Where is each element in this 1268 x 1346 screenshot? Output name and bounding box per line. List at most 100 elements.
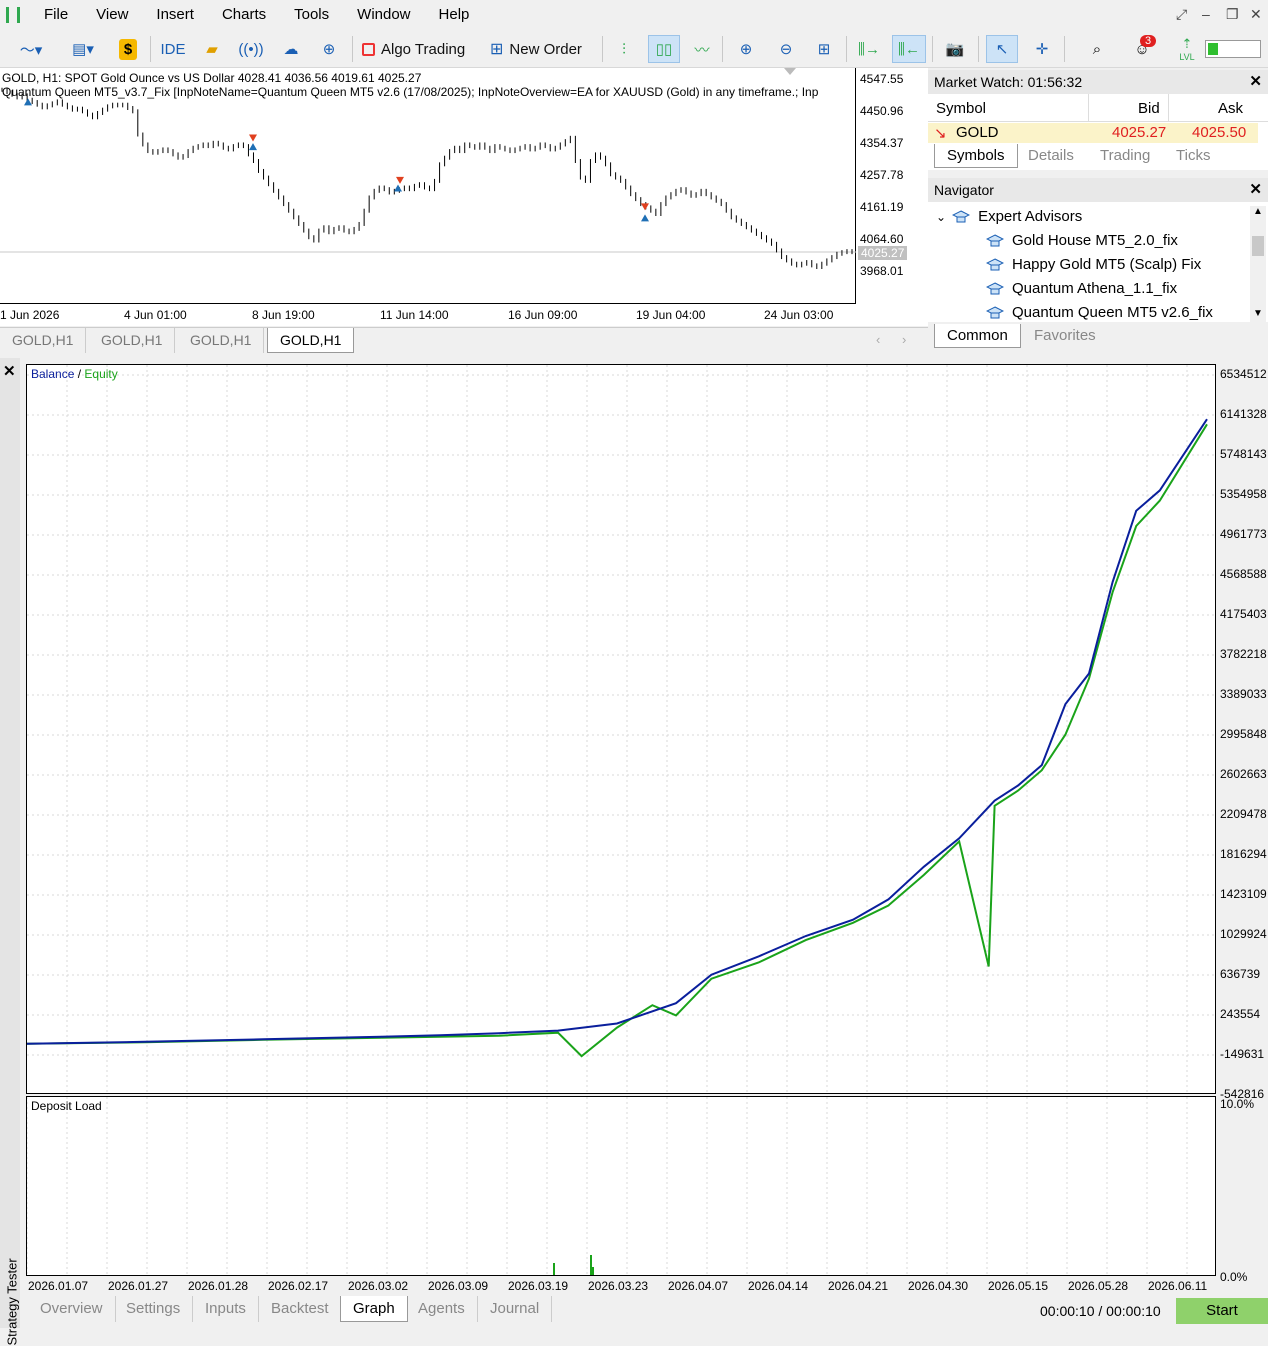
search-icon[interactable]: ⌕ (1084, 35, 1110, 63)
signals-icon[interactable]: ((•)) (236, 35, 266, 63)
chart-tab-active[interactable]: GOLD,H1 (267, 328, 355, 353)
menu-charts[interactable]: Charts (208, 0, 280, 30)
scroll-down-icon[interactable]: ▼ (1253, 308, 1263, 319)
scroll-up-icon[interactable]: ▲ (1253, 206, 1263, 217)
market-bag-icon[interactable]: ▰ (198, 35, 226, 63)
navigator-header: Navigator ✕ (928, 178, 1268, 202)
close-icon[interactable]: ✕ (1249, 70, 1262, 94)
chart-tab[interactable]: GOLD,H1 (0, 328, 87, 353)
bar-chart-icon[interactable]: ⫶ (610, 35, 638, 63)
row-bid: 4025.27 (1112, 124, 1167, 141)
x-axis-label: 2026.03.23 (588, 1279, 649, 1293)
tab-symbols[interactable]: Symbols (934, 144, 1018, 168)
navigator-scrollbar[interactable]: ▲ ▼ (1250, 206, 1266, 322)
menu-window[interactable]: Window (343, 0, 424, 30)
balance-equity-chart[interactable]: Balance / Equity (26, 364, 1216, 1094)
ide-button[interactable]: IDE (156, 35, 190, 63)
tab-scroll-right-icon[interactable]: › (902, 332, 906, 347)
graduation-cap-icon (985, 233, 1005, 248)
nav-expert-item[interactable]: Gold House MT5_2.0_fix (985, 232, 1178, 249)
scroll-end-icon[interactable]: ⫼→ (854, 35, 884, 63)
x-axis-label: 2026.04.21 (828, 1279, 889, 1293)
scrollbar-thumb[interactable] (1252, 236, 1264, 256)
col-symbol[interactable]: Symbol (936, 100, 986, 117)
nav-root-expert-advisors[interactable]: ⌄ Expert Advisors (936, 208, 1082, 225)
tab-favorites[interactable]: Favorites (1022, 324, 1108, 348)
graduation-cap-icon (985, 305, 1005, 320)
price-plot-area[interactable]: GOLD, H1: SPOT Gold Ounce vs US Dollar 4… (0, 68, 856, 304)
dollar-icon[interactable]: $ (114, 35, 142, 63)
chart-shift-marker[interactable] (784, 68, 796, 75)
close-icon[interactable]: ✕ (1250, 6, 1262, 23)
col-ask[interactable]: Ask (1218, 100, 1243, 117)
tab-common[interactable]: Common (934, 324, 1021, 348)
y-axis-label: 5354958 (1220, 487, 1267, 501)
graduation-cap-icon (985, 257, 1005, 272)
indicators-icon[interactable]: ▤▾ (60, 35, 106, 63)
x-axis-label: 2026.01.28 (188, 1279, 249, 1293)
tab-backtest[interactable]: Backtest (259, 1296, 342, 1322)
cursor-icon[interactable]: ↖ (986, 35, 1018, 63)
tab-agents[interactable]: Agents (406, 1296, 478, 1322)
x-axis-label: 2026.04.30 (908, 1279, 969, 1293)
y-axis-label: 1423109 (1220, 887, 1267, 901)
row-ask: 4025.50 (1192, 124, 1247, 141)
tab-overview[interactable]: Overview (28, 1296, 116, 1322)
notification-badge: 3 (1140, 35, 1157, 47)
y-axis-label: 3389033 (1220, 687, 1267, 701)
chart-symbol-info: GOLD, H1: SPOT Gold Ounce vs US Dollar 4… (2, 71, 422, 85)
y-axis-label: 1816294 (1220, 847, 1267, 861)
start-button[interactable]: Start (1176, 1298, 1268, 1324)
deposit-load-plot (27, 1097, 1188, 1275)
chart-tab-bar: GOLD,H1 GOLD,H1 GOLD,H1 GOLD,H1 ‹ › (0, 327, 928, 353)
tab-journal[interactable]: Journal (478, 1296, 553, 1322)
tab-trading[interactable]: Trading (1088, 144, 1162, 168)
chart-tab[interactable]: GOLD,H1 (89, 328, 176, 353)
x-axis-label: 2026.05.15 (988, 1279, 1049, 1293)
market-row[interactable]: ↘ GOLD 4025.27 4025.50 (928, 123, 1258, 143)
algo-trading-button[interactable]: Algo Trading (362, 35, 482, 63)
nav-expert-item[interactable]: Quantum Athena_1.1_fix (985, 280, 1177, 297)
level-icon[interactable]: ⇡ LVL (1174, 35, 1200, 63)
deposit-load-chart[interactable]: Deposit Load (26, 1096, 1216, 1276)
chart-tab[interactable]: GOLD,H1 (178, 328, 265, 353)
line-chart-icon[interactable]: 〰 (688, 35, 716, 63)
col-bid[interactable]: Bid (1138, 100, 1160, 117)
tile-windows-icon[interactable]: ⊞ (810, 35, 838, 63)
nav-expert-item[interactable]: Quantum Queen MT5 v2.6_fix (985, 304, 1213, 321)
nav-expert-item[interactable]: Happy Gold MT5 (Scalp) Fix (985, 256, 1201, 273)
balance-equity-plot (27, 365, 1215, 1093)
deposit-load-bar (592, 1267, 594, 1275)
menu-help[interactable]: Help (425, 0, 484, 30)
tab-inputs[interactable]: Inputs (193, 1296, 259, 1322)
chart-type-icon[interactable]: 〜▾ (8, 35, 54, 63)
menu-tools[interactable]: Tools (280, 0, 343, 30)
cloud-icon[interactable]: ☁ (276, 35, 306, 63)
tab-details[interactable]: Details (1016, 144, 1086, 168)
screenshot-icon[interactable]: 📷 (940, 35, 970, 63)
market-watch-panel: Symbol Bid Ask ↘ GOLD 4025.27 4025.50 Sy… (928, 94, 1268, 170)
tab-settings[interactable]: Settings (114, 1296, 194, 1322)
candlestick-icon[interactable]: ▯▯ (648, 35, 680, 63)
tab-ticks[interactable]: Ticks (1164, 144, 1222, 168)
zoom-in-icon[interactable]: ⊕ (732, 35, 760, 63)
zoom-out-icon[interactable]: ⊖ (772, 35, 800, 63)
crosshair-icon[interactable]: ✛ (1028, 35, 1056, 63)
notifications-icon[interactable]: ☺ 3 (1124, 35, 1160, 63)
menu-view[interactable]: View (82, 0, 142, 30)
minimize-icon[interactable]: – (1202, 6, 1210, 22)
tab-graph[interactable]: Graph (340, 1296, 408, 1322)
price-chart[interactable]: GOLD, H1: SPOT Gold Ounce vs US Dollar 4… (0, 68, 928, 326)
close-icon[interactable]: ✕ (1249, 178, 1262, 202)
pin-icon[interactable]: ⤢ (1176, 6, 1187, 23)
close-icon[interactable]: ✕ (3, 362, 16, 380)
tab-scroll-left-icon[interactable]: ‹ (876, 332, 880, 347)
vps-icon[interactable]: ⊕ (314, 35, 344, 63)
auto-scroll-icon[interactable]: ⫼← (892, 35, 926, 63)
time-label: 24 Jun 03:00 (764, 308, 834, 322)
new-order-button[interactable]: ⊞ New Order (490, 35, 596, 63)
y-axis-label: 2995848 (1220, 727, 1267, 741)
restore-icon[interactable]: ❐ (1226, 6, 1239, 23)
menu-file[interactable]: File (30, 0, 82, 30)
menu-insert[interactable]: Insert (142, 0, 208, 30)
